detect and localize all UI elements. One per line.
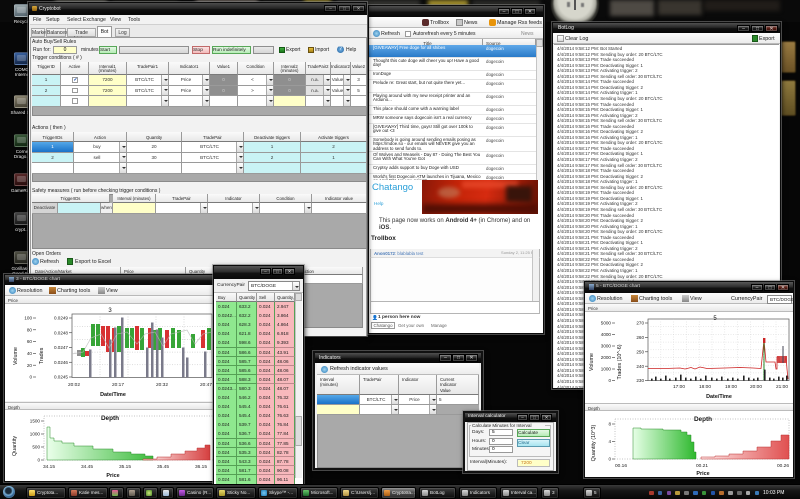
svg-text:1000: 1000 — [601, 367, 612, 372]
svg-text:0.0246: 0.0246 — [54, 360, 68, 365]
svg-text:17:00: 17:00 — [673, 384, 685, 390]
svg-text:80: 80 — [27, 327, 33, 332]
svg-text:35.15: 35.15 — [119, 464, 131, 470]
svg-text:60: 60 — [27, 339, 33, 344]
svg-text:240: 240 — [636, 364, 644, 369]
svg-text:0.0245: 0.0245 — [54, 375, 68, 380]
svg-text:260: 260 — [636, 335, 644, 340]
svg-text:36.15: 36.15 — [195, 464, 207, 470]
svg-text:8: 8 — [608, 422, 611, 427]
svg-text:3000: 3000 — [601, 344, 612, 349]
svg-text:18:00: 18:00 — [699, 384, 711, 390]
svg-text:1500: 1500 — [30, 419, 41, 424]
svg-text:Trades: Trades — [39, 347, 45, 364]
svg-text:2000: 2000 — [601, 355, 612, 360]
svg-text:0: 0 — [608, 378, 611, 383]
svg-text:3: 3 — [108, 308, 112, 314]
svg-text:230: 230 — [636, 378, 644, 383]
svg-text:34.15: 34.15 — [43, 464, 55, 470]
svg-text:34.45: 34.45 — [81, 464, 93, 470]
svg-text:4: 4 — [608, 439, 611, 444]
svg-text:20: 20 — [27, 363, 33, 368]
svg-text:Volume: Volume — [13, 347, 19, 365]
svg-text:20:32: 20:32 — [156, 382, 168, 388]
svg-text:Depth: Depth — [101, 415, 119, 422]
svg-text:4000: 4000 — [601, 332, 612, 337]
svg-text:5000: 5000 — [601, 321, 612, 326]
svg-text:20:17: 20:17 — [112, 382, 124, 388]
svg-text:1000: 1000 — [30, 432, 41, 437]
svg-text:21:00: 21:00 — [776, 384, 788, 390]
svg-text:270: 270 — [636, 321, 644, 326]
svg-text:500: 500 — [32, 445, 40, 450]
svg-text:Volume: Volume — [589, 353, 595, 371]
svg-text:00.21: 00.21 — [696, 463, 708, 469]
svg-text:Quantity (10^3): Quantity (10^3) — [591, 424, 597, 461]
svg-text:100: 100 — [24, 316, 32, 321]
svg-text:Price: Price — [106, 473, 119, 479]
svg-text:0.0247: 0.0247 — [54, 345, 68, 350]
svg-text:35.45: 35.45 — [157, 464, 169, 470]
svg-text:Date/Time: Date/Time — [706, 394, 732, 400]
svg-text:0: 0 — [37, 458, 40, 463]
svg-text:Trades (10^-6): Trades (10^-6) — [617, 344, 623, 379]
svg-text:Date/Time: Date/Time — [100, 392, 126, 398]
svg-text:Price: Price — [696, 471, 709, 477]
svg-text:40: 40 — [27, 351, 33, 356]
svg-text:Depth: Depth — [694, 416, 712, 423]
svg-text:00.26: 00.26 — [777, 463, 789, 469]
svg-text:19:00: 19:00 — [725, 384, 737, 390]
svg-text:0.0249: 0.0249 — [54, 316, 68, 321]
svg-text:0: 0 — [29, 375, 32, 380]
svg-text:20:00: 20:00 — [750, 384, 762, 390]
svg-text:20:02: 20:02 — [68, 382, 80, 388]
svg-text:Quantity: Quantity — [12, 436, 18, 456]
svg-text:20:47: 20:47 — [200, 382, 212, 388]
svg-text:250: 250 — [636, 349, 644, 354]
svg-text:0: 0 — [608, 457, 611, 462]
svg-text:00.16: 00.16 — [615, 463, 627, 469]
svg-text:0.0248: 0.0248 — [54, 330, 68, 335]
